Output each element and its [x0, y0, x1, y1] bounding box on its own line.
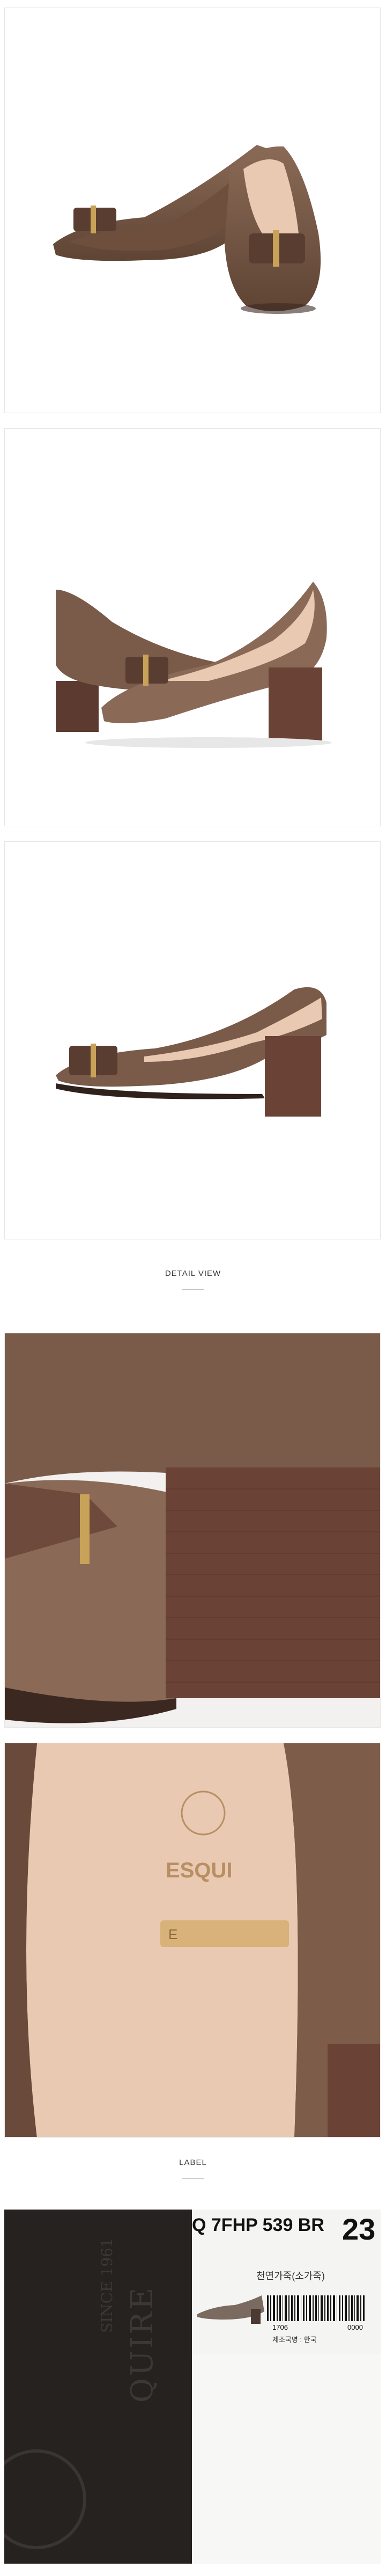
- label-sticker-panel: Q 7FHP 539 BR 23 천연가죽(소가죽) 1706 0000 제조국…: [192, 2210, 381, 2564]
- product-photo-pair: [4, 8, 381, 413]
- section-heading-detail-view: DETAIL VIEW: [165, 1269, 221, 1278]
- origin-text: 제조국명 : 한국: [272, 2336, 317, 2344]
- shoe-angle-image: [56, 582, 332, 748]
- barcode-right-number: 0000: [347, 2323, 363, 2331]
- embossed-crest-icon: [4, 2449, 86, 2549]
- insole-closeup-image: ESQUI E: [5, 1743, 380, 2137]
- size-text: 23: [342, 2212, 376, 2246]
- product-photo-side: [4, 841, 381, 1239]
- label-heading-divider: [182, 2178, 204, 2179]
- label-embossed-panel: SINCE 1961 QUIRE: [4, 2210, 192, 2564]
- material-text: 천연가죽(소가죽): [256, 2271, 325, 2281]
- barcode-image: [267, 2295, 365, 2321]
- heading-divider: [182, 1289, 204, 1290]
- insole-stamp-text: E: [168, 1926, 177, 1942]
- label-photo: SINCE 1961 QUIRE Q 7FHP 539 BR 23 천연가죽(소…: [4, 2210, 381, 2564]
- shoe-side-image: [56, 987, 326, 1117]
- product-photo-angle: [4, 428, 381, 826]
- embossed-brand-text: QUIRE: [125, 2285, 160, 2403]
- section-heading-label: LABEL: [179, 2158, 207, 2167]
- sticker-lower-area: [192, 2354, 381, 2564]
- shoe-pair-image: [53, 145, 321, 314]
- label-shoe-thumbnail-image: [197, 2295, 264, 2324]
- barcode-left-number: 1706: [272, 2323, 288, 2331]
- model-code-text: Q 7FHP 539 BR: [192, 2215, 324, 2235]
- detail-photo-insole: ESQUI E: [4, 1743, 381, 2138]
- embossed-since-text: SINCE 1961: [98, 2238, 116, 2333]
- detail-photo-bow-heel: [4, 1333, 381, 1728]
- insole-brand-word: ESQUI: [166, 1859, 232, 1882]
- bow-heel-closeup-image: [5, 1333, 380, 1727]
